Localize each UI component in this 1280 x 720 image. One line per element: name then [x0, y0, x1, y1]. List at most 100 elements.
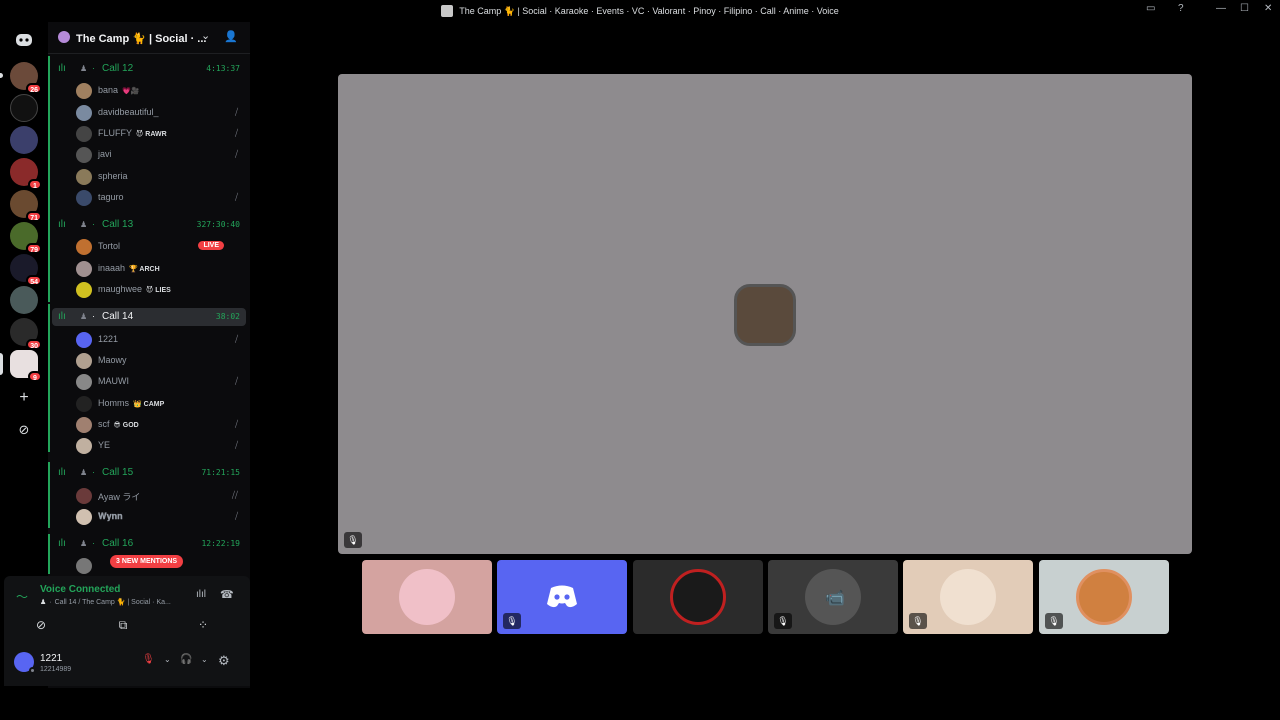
mic-muted-button[interactable]: 🎙	[142, 654, 155, 665]
call-duration: 38:02	[215, 312, 240, 321]
participant-tile[interactable]	[633, 560, 763, 634]
voice-member[interactable]: Ayaw ライ ⧸⧸	[76, 486, 240, 506]
title-bar: The Camp 🐈 | Social · Karaoke · Events ·…	[0, 0, 1280, 22]
close-button[interactable]: ✕	[1264, 3, 1272, 14]
voice-active-line	[48, 212, 50, 302]
server-logo-icon	[441, 5, 454, 17]
participant-tile[interactable]: 🎙	[903, 560, 1033, 634]
avatar	[76, 332, 92, 348]
voice-member[interactable]: davidbeautiful_ ⧸	[76, 103, 240, 123]
voice-member[interactable]: FLUFFY 😈 RAWR ⧸	[76, 124, 240, 144]
member-name: 1221	[98, 334, 119, 344]
minimize-button[interactable]: —	[1216, 3, 1226, 14]
noise-suppression-icon[interactable]: ılıl	[196, 589, 206, 600]
server-icon[interactable]	[10, 126, 38, 154]
inbox-icon[interactable]: ▭	[1146, 3, 1155, 14]
voice-connected-status[interactable]: Voice Connected	[40, 584, 120, 595]
headset-options-chevron-icon[interactable]: ⌄	[201, 655, 208, 664]
server-icon[interactable]: 30	[10, 318, 42, 350]
voice-member[interactable]: inaaah 🏆 ARCH	[76, 259, 240, 279]
call-name: Call 15	[102, 467, 134, 478]
voice-channel-call-14[interactable]: ılı ♟ · Call 14 38:02	[52, 308, 246, 326]
avatar	[76, 261, 92, 277]
activity-button[interactable]: ⁘	[170, 614, 236, 636]
mic-muted-icon: ⧸	[234, 192, 238, 202]
voice-channel-call-15[interactable]: ılı ♟ · Call 15 71:21:15	[52, 464, 246, 482]
settings-button[interactable]: ⚙	[218, 653, 230, 669]
member-name: bana 💗🎥	[98, 85, 139, 95]
call-duration: 4:13:37	[206, 64, 240, 73]
voice-member[interactable]: spheria	[76, 167, 240, 187]
voice-member[interactable]: Homms 👑 CAMP	[76, 394, 240, 414]
call-name: Call 16	[102, 538, 134, 549]
voice-channel-path-text: Call 14 / The Camp 🐈 | Social · Ka...	[54, 599, 171, 606]
camera-button[interactable]: ⊘	[8, 614, 74, 636]
server-badge: 54	[26, 275, 42, 286]
user-tag: 12214989	[40, 666, 72, 673]
participant-tile[interactable]: 📹 🎙	[768, 560, 898, 634]
unread-indicator	[0, 73, 3, 78]
chevron-down-icon[interactable]: ⌄	[201, 29, 210, 42]
voice-member[interactable]: bana 💗🎥	[76, 81, 240, 101]
server-icon[interactable]	[10, 286, 38, 314]
lock-icon: ♟	[80, 64, 88, 73]
voice-member[interactable]: Maowy	[76, 351, 240, 371]
maximize-button[interactable]: ☐	[1240, 3, 1249, 14]
member-tag: 😈 RAWR	[136, 131, 167, 138]
voice-member[interactable]: 𝐖𝐲𝐧𝐧 ⧸	[76, 507, 240, 527]
mic-muted-icon: ⧸	[234, 149, 238, 159]
voice-member[interactable]: taguro ⧸	[76, 188, 240, 208]
new-mentions-pill[interactable]: 3 NEW MENTIONS	[110, 555, 184, 568]
lock-icon: ♟	[80, 539, 88, 548]
focused-participant-tile[interactable]: 🎙	[338, 74, 1192, 554]
call-name: Call 13	[102, 219, 134, 230]
disconnect-icon[interactable]: ☎	[220, 588, 234, 601]
add-server-icon[interactable]: +	[10, 384, 38, 412]
voice-member[interactable]: scf 😎 GOD ⧸	[76, 415, 240, 435]
user-name[interactable]: 1221	[40, 653, 62, 664]
server-icon[interactable]: 26	[10, 62, 42, 94]
avatar	[76, 558, 92, 574]
participant-avatar	[670, 569, 726, 625]
voice-activity-icon: ılı	[58, 63, 66, 74]
mic-muted-icon: 🎙	[1045, 613, 1063, 629]
voice-member[interactable]: MAUWI ⧸	[76, 372, 240, 392]
voice-member[interactable]: maughwee 😈 LIES	[76, 280, 240, 300]
voice-channel-call-16[interactable]: ılı ♟ · Call 16 12:22:19	[52, 535, 246, 553]
voice-channel-call-12[interactable]: ılı ♟ · Call 12 4:13:37	[52, 60, 246, 78]
server-icon[interactable]: 1	[10, 158, 42, 190]
voice-member[interactable]: YE ⧸	[76, 436, 240, 456]
invite-people-icon[interactable]: 👤	[224, 30, 238, 43]
direct-messages-icon[interactable]	[10, 26, 38, 54]
voice-member[interactable]: 1221 ⧸	[76, 330, 240, 350]
server-badge: 71	[26, 211, 42, 222]
separator-dot: ·	[92, 311, 95, 321]
voice-channel-path[interactable]: ♟ · Call 14 / The Camp 🐈 | Social · Ka...	[40, 598, 171, 606]
mic-options-chevron-icon[interactable]: ⌄	[164, 655, 171, 664]
mic-muted-icon: ⧸	[234, 107, 238, 117]
screen-share-button[interactable]: ⧉	[90, 614, 156, 636]
participant-tile[interactable]	[362, 560, 492, 634]
voice-member[interactable]: javi ⧸	[76, 145, 240, 165]
voice-panel: 〜 Voice Connected ♟ · Call 14 / The Camp 🐈…	[4, 576, 250, 686]
voice-activity-icon: ılı	[58, 538, 66, 549]
server-icon[interactable]: 79	[10, 222, 42, 254]
headset-button[interactable]: 🎧	[180, 654, 192, 665]
participant-tile[interactable]: 🎙	[497, 560, 627, 634]
guild-header[interactable]: The Camp 🐈 | Social · ... ⌄ 👤	[48, 22, 250, 54]
voice-member[interactable]: Tortol LIVE	[76, 237, 240, 257]
help-icon[interactable]: ?	[1178, 3, 1184, 14]
server-icon[interactable]: 54	[10, 254, 42, 286]
server-icon[interactable]	[10, 94, 38, 122]
server-icon-the-camp[interactable]: 9	[10, 350, 42, 382]
participant-tile[interactable]: 🎙	[1039, 560, 1169, 634]
member-name-text: bana	[98, 85, 119, 95]
discover-icon[interactable]: ⊘	[10, 416, 38, 444]
separator-dot: ·	[92, 467, 95, 477]
member-name: Homms 👑 CAMP	[98, 398, 164, 408]
discord-logo-icon	[16, 34, 32, 46]
server-icon[interactable]: 71	[10, 190, 42, 222]
voice-channel-call-13[interactable]: ılı ♟ · Call 13 327:30:40	[52, 216, 246, 234]
mic-muted-icon: 🎙	[909, 613, 927, 629]
member-tag: 🏆 ARCH	[129, 266, 160, 273]
